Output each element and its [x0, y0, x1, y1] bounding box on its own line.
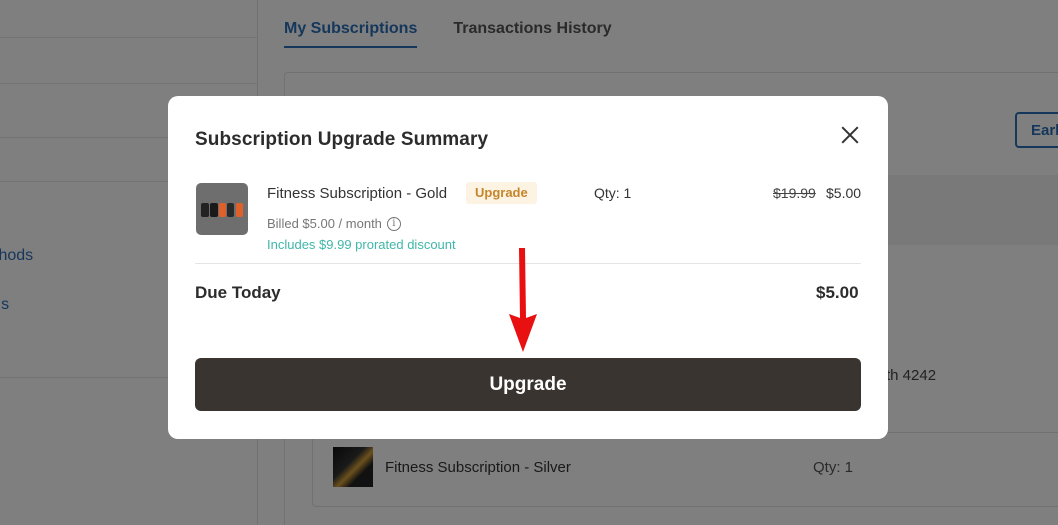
prorated-discount-text: Includes $9.99 prorated discount: [267, 237, 456, 252]
new-price: $5.00: [826, 185, 862, 201]
dumbbell-shape: [227, 203, 234, 217]
dialog-title: Subscription Upgrade Summary: [195, 129, 489, 150]
due-today-label: Due Today: [195, 283, 281, 302]
due-today-amount: $5.00: [816, 283, 859, 302]
red-arrow-annotation-icon: [509, 248, 537, 352]
dumbbell-shape: [210, 203, 218, 217]
upgrade-button[interactable]: Upgrade: [195, 358, 861, 411]
original-price: $19.99: [773, 185, 816, 201]
billing-info: Billed $5.00 / month i: [267, 216, 401, 231]
product-thumbnail: [196, 183, 248, 235]
billing-text: Billed $5.00 / month: [267, 216, 382, 231]
quantity-label: Qty: 1: [594, 185, 632, 201]
dumbbell-shape: [236, 203, 243, 217]
dumbbell-shape: [219, 203, 226, 217]
close-icon[interactable]: [839, 124, 861, 146]
info-icon[interactable]: i: [386, 216, 401, 231]
upgrade-badge: Upgrade: [466, 182, 537, 204]
product-name: Fitness Subscription - Gold: [267, 185, 448, 202]
dumbbell-shape: [201, 203, 209, 217]
